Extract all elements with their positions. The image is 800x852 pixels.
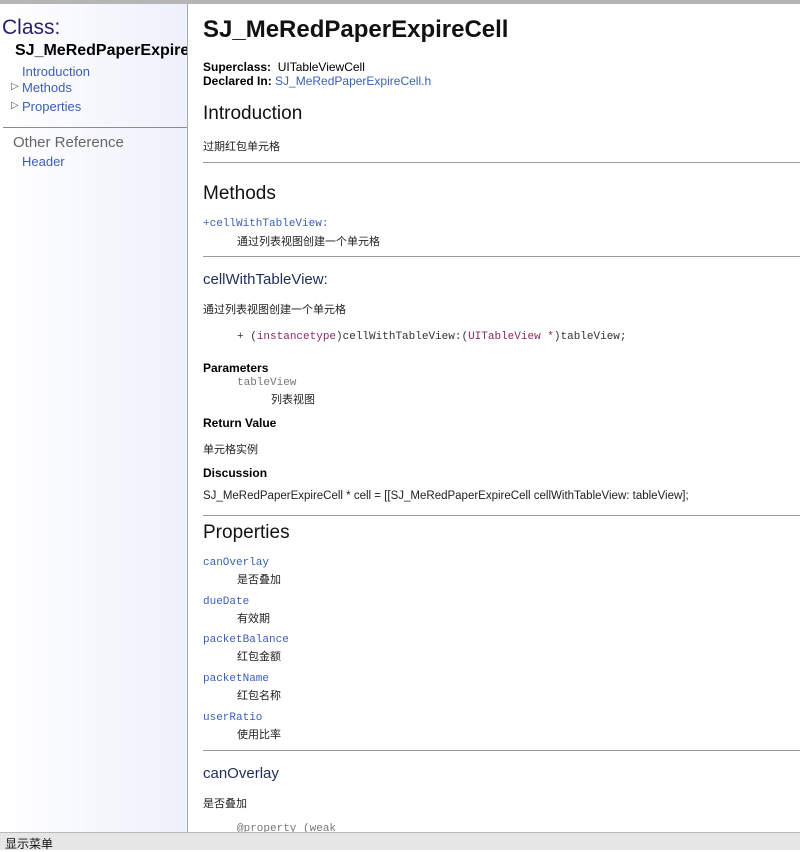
sidebar-item-header[interactable]: Header bbox=[22, 154, 65, 169]
declared-in-line: Declared In: SJ_MeRedPaperExpireCell.h bbox=[203, 74, 431, 88]
param-desc: 列表视图 bbox=[271, 394, 315, 406]
section-heading-introduction: Introduction bbox=[203, 103, 303, 124]
section-divider bbox=[203, 515, 800, 516]
method-signature: + (instancetype)cellWithTableView:(UITab… bbox=[237, 331, 627, 343]
sidebar-item-introduction[interactable]: Introduction bbox=[22, 64, 90, 79]
return-value-desc: 单元格实例 bbox=[203, 444, 258, 456]
property-desc: 是否叠加 bbox=[237, 574, 281, 586]
discussion-label: Discussion bbox=[203, 466, 268, 480]
sidebar-toc: Class: SJ_MeRedPaperExpireCell Introduct… bbox=[0, 4, 188, 832]
method-link-cellwithtableview[interactable]: +cellWithTableView: bbox=[203, 218, 328, 230]
section-divider bbox=[203, 162, 800, 163]
section-divider bbox=[203, 750, 800, 751]
return-value-label: Return Value bbox=[203, 416, 277, 430]
sidebar-other-reference-heading: Other Reference bbox=[13, 134, 124, 151]
signature-mid: )cellWithTableView:( bbox=[336, 331, 469, 343]
sidebar-divider bbox=[3, 127, 187, 128]
superclass-label: Superclass: bbox=[203, 60, 272, 74]
status-bar: 显示菜单 bbox=[0, 832, 800, 852]
section-heading-properties: Properties bbox=[203, 522, 290, 543]
property-link-canoverlay[interactable]: canOverlay bbox=[203, 557, 269, 569]
status-bar-text[interactable]: 显示菜单 bbox=[5, 835, 53, 852]
signature-plus: + ( bbox=[237, 331, 257, 343]
signature-return-type: instancetype bbox=[256, 331, 337, 343]
main-content: SJ_MeRedPaperExpireCell Superclass: UITa… bbox=[188, 4, 800, 832]
section-heading-methods: Methods bbox=[203, 183, 276, 204]
property-desc: 红包名称 bbox=[237, 690, 281, 702]
property-link-packetbalance[interactable]: packetBalance bbox=[203, 634, 289, 646]
expand-triangle-icon[interactable]: ▷ bbox=[11, 81, 19, 92]
section-divider bbox=[203, 256, 800, 257]
sidebar-class-label: Class: bbox=[2, 16, 61, 39]
sidebar-item-methods[interactable]: Methods bbox=[22, 80, 72, 95]
page-title: SJ_MeRedPaperExpireCell bbox=[203, 16, 509, 43]
expand-triangle-icon[interactable]: ▷ bbox=[11, 100, 19, 111]
parameters-label: Parameters bbox=[203, 361, 269, 375]
method-detail-desc: 通过列表视图创建一个单元格 bbox=[203, 304, 346, 316]
signature-end: )tableView; bbox=[553, 331, 627, 343]
declared-in-link[interactable]: SJ_MeRedPaperExpireCell.h bbox=[275, 74, 431, 88]
sidebar-class-name[interactable]: SJ_MeRedPaperExpireCell bbox=[15, 42, 187, 60]
property-desc: 有效期 bbox=[237, 613, 270, 625]
property-desc: 红包金额 bbox=[237, 651, 281, 663]
intro-text: 过期红包单元格 bbox=[203, 141, 280, 153]
property-detail-desc: 是否叠加 bbox=[203, 798, 247, 810]
superclass-line: Superclass: UITableViewCell bbox=[203, 60, 365, 74]
property-link-userratio[interactable]: userRatio bbox=[203, 712, 262, 724]
signature-param-type: UITableView * bbox=[468, 331, 554, 343]
property-link-packetname[interactable]: packetName bbox=[203, 673, 269, 685]
property-detail-heading: canOverlay bbox=[203, 765, 279, 782]
param-name: tableView bbox=[237, 377, 297, 389]
property-link-duedate[interactable]: dueDate bbox=[203, 596, 249, 608]
superclass-value: UITableViewCell bbox=[277, 60, 365, 74]
declared-in-label: Declared In: bbox=[203, 74, 272, 88]
method-summary: 通过列表视图创建一个单元格 bbox=[237, 236, 380, 248]
method-detail-heading: cellWithTableView: bbox=[203, 271, 328, 288]
sidebar-item-properties[interactable]: Properties bbox=[22, 99, 81, 114]
property-desc: 使用比率 bbox=[237, 729, 281, 741]
property-detail-code: @property (weak bbox=[237, 823, 337, 832]
discussion-text: SJ_MeRedPaperExpireCell * cell = [[SJ_Me… bbox=[203, 490, 689, 502]
